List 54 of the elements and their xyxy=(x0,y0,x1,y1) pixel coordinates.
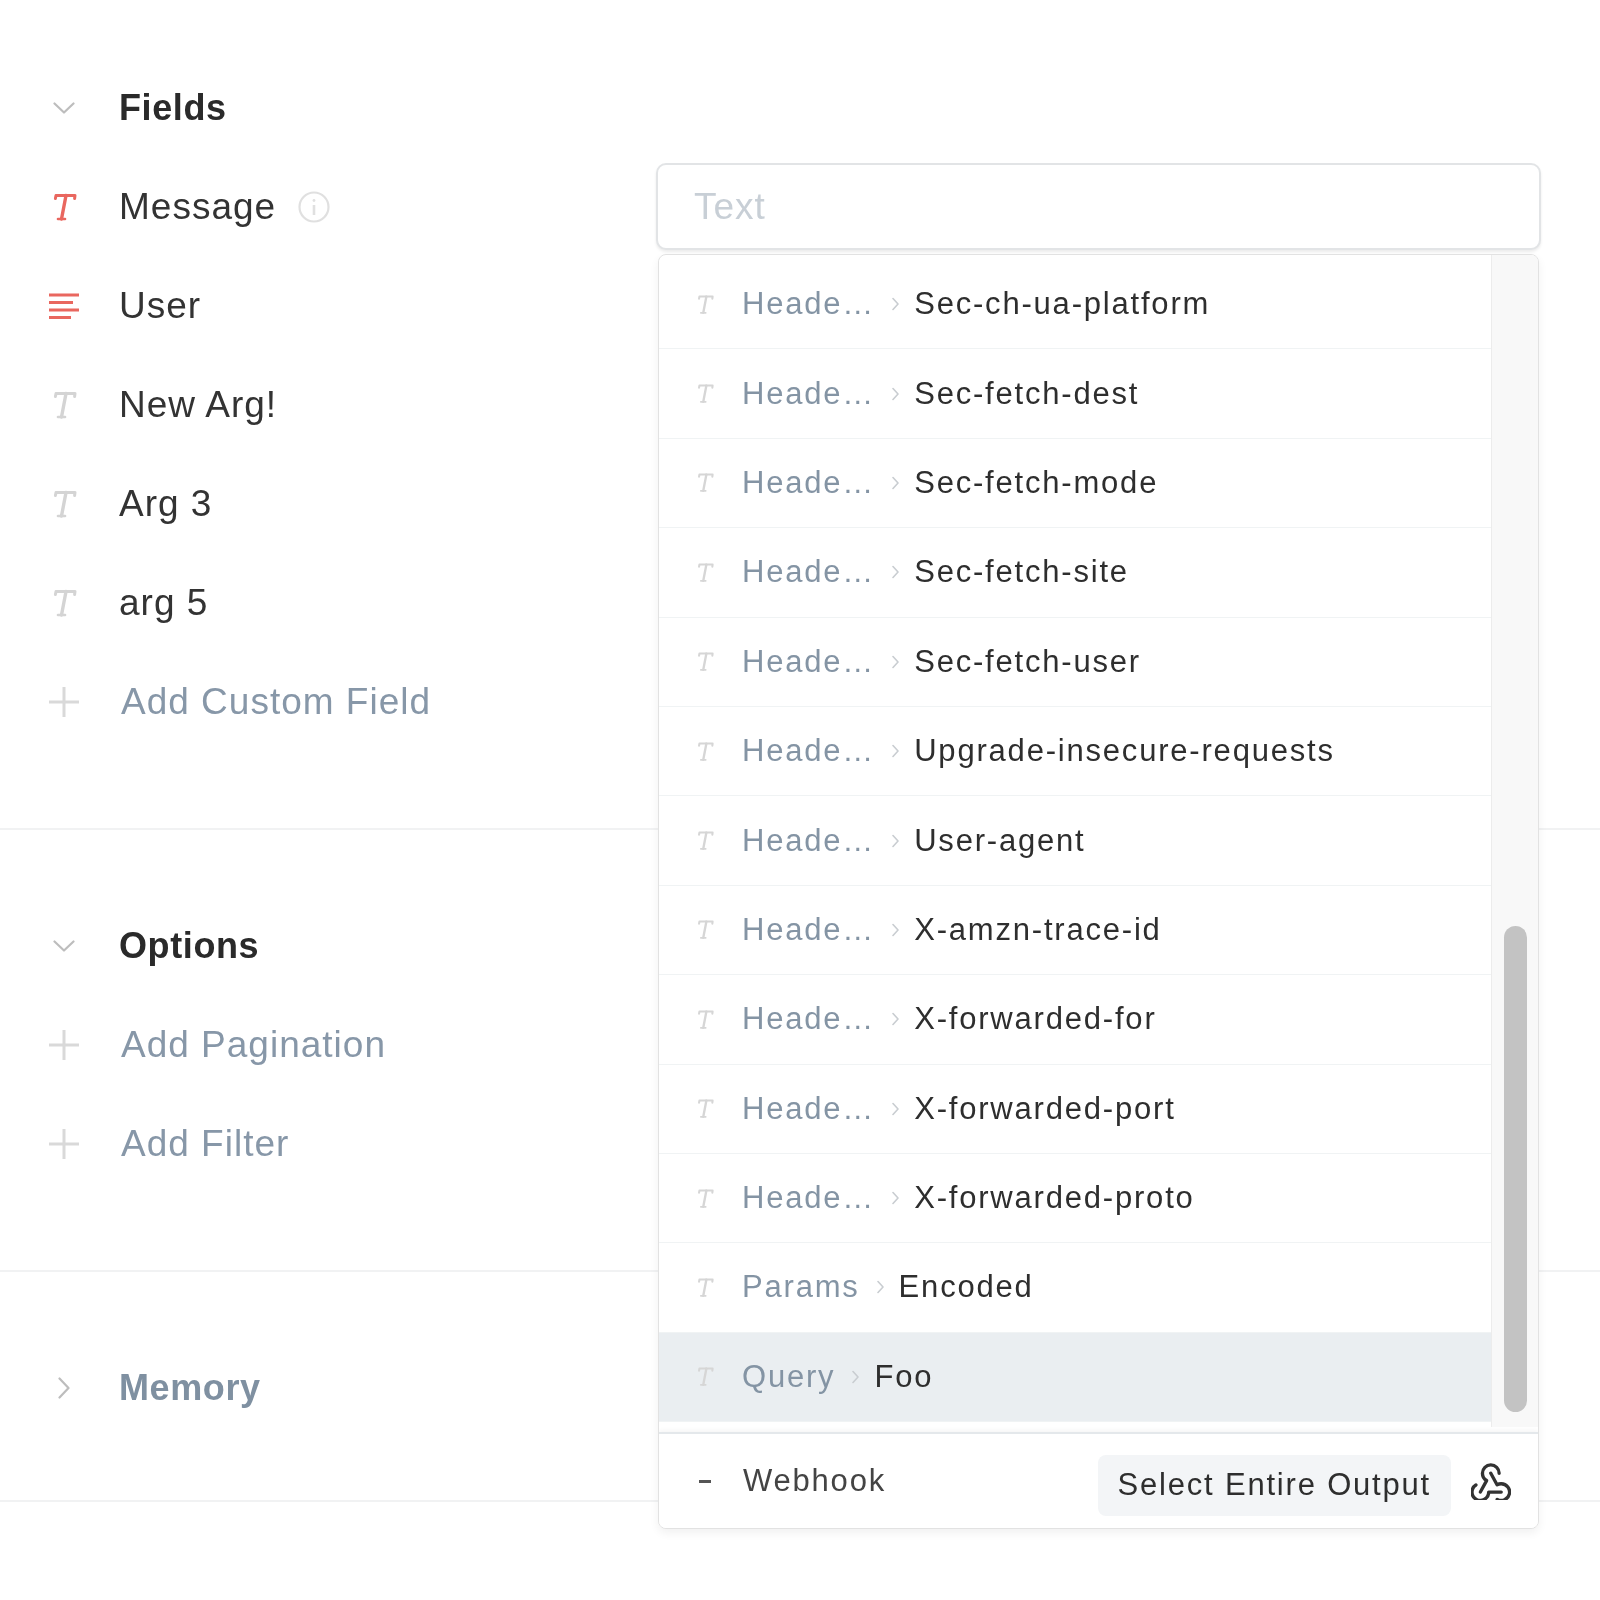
plus-icon xyxy=(49,1128,79,1159)
source-label: Webhook xyxy=(743,1463,886,1499)
chevron-right-icon xyxy=(892,565,900,580)
dropdown-option[interactable]: Query Foo xyxy=(659,1332,1491,1423)
dropdown-option[interactable]: Heade… Sec-fetch-mode xyxy=(659,438,1491,529)
dropdown-option[interactable]: Heade… X-forwarded-port xyxy=(659,1064,1491,1154)
chevron-right-icon xyxy=(892,922,900,937)
field-label: Arg 3 xyxy=(119,482,213,525)
dropdown-option[interactable]: Params Encoded xyxy=(659,1243,1491,1333)
chevron-right-icon xyxy=(892,744,900,759)
field-label: Message xyxy=(119,185,277,228)
plus-icon xyxy=(49,686,79,717)
text-type-icon xyxy=(696,472,714,494)
chevron-right-icon xyxy=(892,297,900,312)
field-label: New Arg! xyxy=(119,383,278,426)
text-type-icon xyxy=(696,919,714,941)
section-header[interactable]: Fields xyxy=(44,58,227,157)
chevron-right-icon xyxy=(892,1191,900,1206)
dropdown-option[interactable]: Heade… Upgrade-insecure-requests xyxy=(659,706,1491,797)
text-type-icon xyxy=(696,383,714,405)
chevron-right-icon xyxy=(852,1369,860,1384)
chevron-right-icon xyxy=(892,475,900,490)
text-type-icon xyxy=(696,830,714,852)
dropdown-option[interactable]: Heade… User-agent xyxy=(659,796,1491,886)
chevron-right-icon xyxy=(892,654,900,669)
dropdown-option[interactable]: Heade… X-amzn-trace-id xyxy=(659,885,1491,976)
dropdown-option[interactable]: Heade… X-forwarded-proto xyxy=(659,1153,1491,1244)
field-label: User xyxy=(119,284,202,327)
dropdown-option[interactable]: Heade… Sec-fetch-dest xyxy=(659,349,1491,439)
plus-icon xyxy=(49,1029,79,1060)
text-type-icon xyxy=(696,1277,714,1298)
webhook-icon xyxy=(1471,1462,1511,1500)
text-type-icon xyxy=(696,1098,714,1120)
dropdown-option[interactable]: Heade… Sec-fetch-user xyxy=(659,617,1491,707)
text-type-icon xyxy=(696,740,714,762)
dropdown-option[interactable]: Heade… Sec-fetch-site xyxy=(659,528,1491,618)
dropdown-option[interactable]: Heade… X-forwarded-for xyxy=(659,975,1491,1065)
text-type-icon xyxy=(696,651,714,673)
text-type-icon xyxy=(696,1187,714,1209)
text-type-icon xyxy=(696,1008,714,1030)
text-type-icon xyxy=(696,561,714,583)
select-entire-output-button[interactable]: Select Entire Output xyxy=(1097,1454,1451,1516)
chevron-right-icon xyxy=(892,1012,900,1027)
field-label: arg 5 xyxy=(119,581,209,624)
scrollbar-thumb[interactable] xyxy=(1503,926,1527,1412)
text-type-icon xyxy=(696,293,714,315)
chevron-right-icon xyxy=(892,833,900,848)
section-header[interactable]: Options xyxy=(44,896,260,995)
chevron-right-icon xyxy=(892,1101,900,1116)
dropdown-option[interactable]: Heade… Sec-ch-ua-platform xyxy=(659,260,1491,350)
chevron-right-icon xyxy=(892,386,900,401)
text-type-icon xyxy=(696,1366,714,1388)
minus-icon xyxy=(699,1479,711,1483)
chevron-right-icon xyxy=(876,1280,884,1295)
